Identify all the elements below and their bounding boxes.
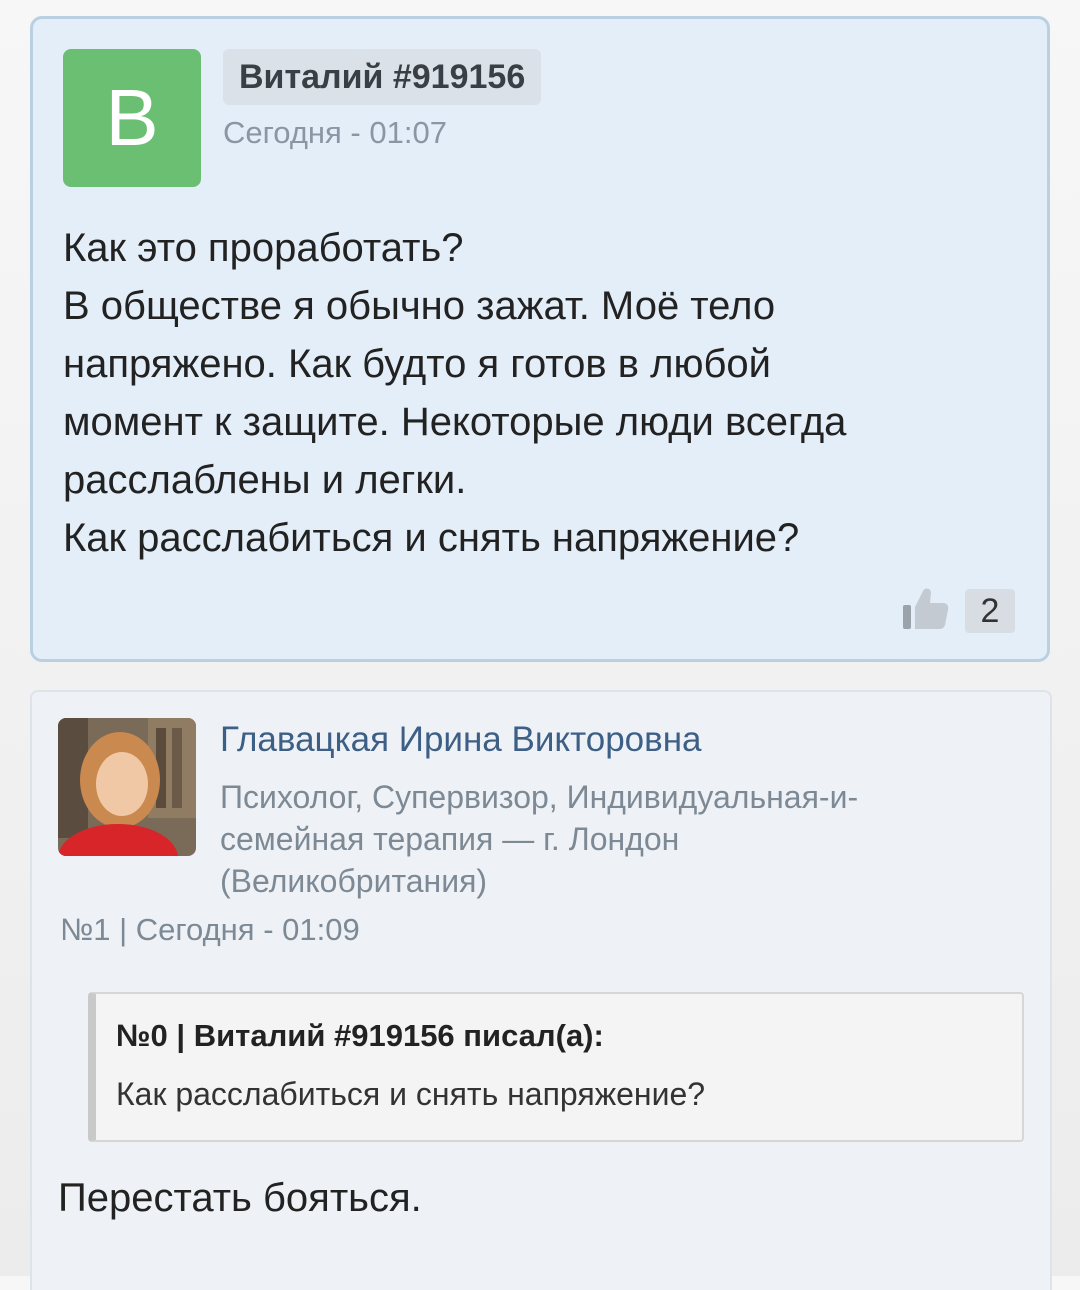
question-text-line: момент к защите. Некоторые люди всегда: [63, 400, 847, 444]
question-text-line: Как это проработать?: [63, 226, 464, 270]
question-text: Как это проработать? В обществе я обычно…: [63, 219, 1023, 567]
question-timestamp: Сегодня - 01:07: [223, 115, 447, 150]
avatar-photo: [58, 718, 196, 856]
question-text-line: расслаблены и легки.: [63, 458, 467, 502]
question-card: В Виталий #919156 Сегодня - 01:07 Как эт…: [30, 16, 1050, 662]
description-line: семейная терапия — г. Лондон: [220, 821, 680, 857]
answer-author-avatar[interactable]: [58, 718, 196, 856]
question-text-line: Как расслабиться и снять напряжение?: [63, 516, 800, 560]
description-line: (Великобритания): [220, 863, 488, 899]
answer-meta: №1 | Сегодня - 01:09: [60, 912, 360, 947]
question-text-line: В обществе я обычно зажат. Моё тело: [63, 284, 776, 328]
answer-card: Главацкая Ирина Викторовна Психолог, Суп…: [30, 690, 1052, 1290]
answer-author-description: Психолог, Супервизор, Индивидуальная-и- …: [220, 776, 980, 902]
question-author-name[interactable]: Виталий #919156: [223, 49, 542, 105]
answer-author-name[interactable]: Главацкая Ирина Викторовна: [220, 720, 702, 760]
question-text-line: напряжено. Как будто я готов в любой: [63, 342, 771, 386]
like-count[interactable]: 2: [965, 589, 1015, 633]
quote-text: Как расслабиться и снять напряжение?: [116, 1076, 706, 1112]
question-author-avatar[interactable]: В: [63, 49, 201, 187]
quote-block: №0 | Виталий #919156 писал(а): Как рассл…: [88, 992, 1024, 1142]
description-line: Психолог, Супервизор, Индивидуальная-и-: [220, 779, 859, 815]
answer-text: Перестать бояться.: [58, 1176, 422, 1220]
thumbs-up-icon[interactable]: [903, 587, 949, 631]
quote-header: №0 | Виталий #919156 писал(а):: [116, 1018, 604, 1053]
